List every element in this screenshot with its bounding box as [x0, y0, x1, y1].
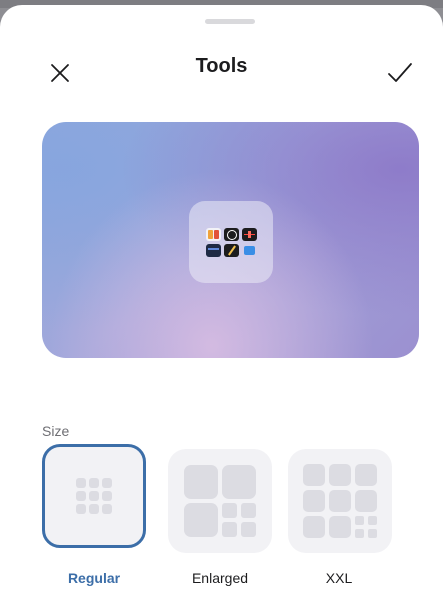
size-option-enlarged-label: Enlarged: [191, 570, 249, 586]
voice-memos-app-icon: [241, 227, 257, 241]
size-option-enlarged[interactable]: [168, 449, 272, 553]
xxl-grid-icon: [303, 464, 377, 538]
size-option-regular[interactable]: [42, 444, 146, 548]
size-section-label: Size: [42, 423, 70, 439]
regular-grid-icon: [76, 478, 112, 514]
size-option-regular-label: Regular: [67, 570, 121, 586]
widget-preview: [42, 122, 419, 358]
clock-app-icon: [223, 227, 239, 241]
size-option-xxl-label: XXL: [325, 570, 353, 586]
checkmark-icon: [388, 63, 412, 82]
screen-app-icon: [242, 244, 257, 257]
enlarged-grid-icon: [184, 465, 256, 537]
folder-preview[interactable]: [189, 201, 273, 283]
confirm-button[interactable]: [382, 55, 418, 91]
notes-app-icon: [205, 243, 221, 257]
page-title: Tools: [195, 55, 248, 77]
size-option-xxl[interactable]: [288, 449, 392, 553]
pencil-app-icon: [223, 243, 239, 257]
sheet-grabber[interactable]: [205, 19, 255, 24]
finder-app-icon: [205, 227, 221, 241]
bottom-sheet: Tools Size Regular Enlarged XXL: [0, 5, 443, 589]
